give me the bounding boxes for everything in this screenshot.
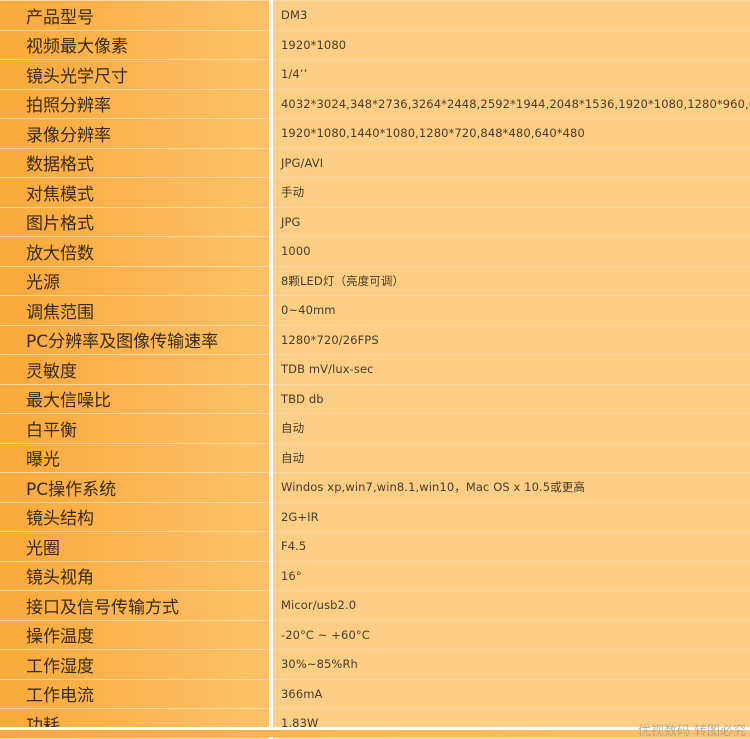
spec-value: JPG/AVI — [271, 148, 750, 178]
spec-row: 灵敏度 TDB mV/lux-sec — [0, 354, 750, 385]
spec-value: 16° — [271, 561, 750, 591]
spec-row: 视频最大像素 1920*1080 — [0, 30, 750, 60]
spec-value: 0~40mm — [271, 295, 750, 326]
spec-label: 数据格式 — [0, 148, 273, 178]
spec-label: 录像分辨率 — [0, 118, 273, 149]
spec-value: 1920*1080 — [271, 30, 750, 60]
spec-value: 30%~85%Rh — [271, 649, 750, 680]
spec-row: PC分辨率及图像传输速率 1280*720/26FPS — [0, 325, 750, 355]
spec-row: 最大信噪比 TBD db — [0, 384, 750, 414]
spec-value: 自动 — [271, 413, 750, 444]
spec-table-body: 产品型号 DM3 视频最大像素 1920*1080 镜头光学尺寸 1/4’’ 拍照分辨… — [0, 0, 750, 739]
spec-row: 光源 8颗LED灯（亮度可调） — [0, 266, 750, 296]
spec-label: 镜头光学尺寸 — [0, 59, 273, 90]
spec-label: 拍照分辨率 — [0, 89, 273, 119]
spec-label: PC操作系统 — [0, 472, 273, 503]
spec-label: 工作湿度 — [0, 649, 273, 680]
spec-value: 366mA — [271, 679, 750, 709]
spec-label: 接口及信号传输方式 — [0, 590, 273, 621]
spec-label: 最大信噪比 — [0, 384, 273, 414]
spec-row: 放大倍数 1000 — [0, 236, 750, 267]
spec-row: 操作温度 -20°C ~ +60°C — [0, 620, 750, 650]
spec-row: 拍照分辨率 4032*3024,348*2736,3264*2448,2592*1… — [0, 89, 750, 119]
spec-row: 对焦模式 手动 — [0, 177, 750, 208]
spec-label: 工作电流 — [0, 679, 273, 709]
spec-label: 对焦模式 — [0, 177, 273, 208]
spec-value: 1/4’’ — [271, 59, 750, 90]
spec-row: 录像分辨率 1920*1080,1440*1080,1280*720,848*48… — [0, 118, 750, 149]
spec-label: 镜头视角 — [0, 561, 273, 591]
spec-value: 8颗LED灯（亮度可调） — [271, 266, 750, 296]
spec-row: 数据格式 JPG/AVI — [0, 148, 750, 178]
spec-row: 工作电流 366mA — [0, 679, 750, 709]
spec-row: 接口及信号传输方式 Micor/usb2.0 — [0, 590, 750, 621]
spec-value: Windos xp,win7,win8.1,win10，Mac OS x 10.… — [271, 472, 750, 503]
spec-label: 放大倍数 — [0, 236, 273, 267]
spec-label: 白平衡 — [0, 413, 273, 444]
spec-label: 镜头结构 — [0, 502, 273, 532]
watermark: 优视数码 转图必究 — [637, 724, 746, 739]
spec-value: 手动 — [271, 177, 750, 208]
spec-row: 调焦范围 0~40mm — [0, 295, 750, 326]
spec-row: PC操作系统 Windos xp,win7,win8.1,win10，Mac OS… — [0, 472, 750, 503]
spec-row: 白平衡 自动 — [0, 413, 750, 444]
spec-value: TDB mV/lux-sec — [271, 354, 750, 385]
spec-label: 图片格式 — [0, 207, 273, 237]
spec-row: 曝光 自动 — [0, 443, 750, 473]
spec-label: 视频最大像素 — [0, 30, 273, 60]
spec-value: 4032*3024,348*2736,3264*2448,2592*1944,2… — [271, 89, 750, 119]
spec-value: JPG — [271, 207, 750, 237]
spec-row: 镜头视角 16° — [0, 561, 750, 591]
spec-row: 镜头结构 2G+IR — [0, 502, 750, 532]
spec-label: 产品型号 — [0, 0, 273, 31]
spec-label: 调焦范围 — [0, 295, 273, 326]
spec-value: 自动 — [271, 443, 750, 473]
spec-row: 产品型号 DM3 — [0, 0, 750, 31]
spec-row: 工作湿度 30%~85%Rh — [0, 649, 750, 680]
spec-label: 光圈 — [0, 531, 273, 562]
spec-table: 产品型号 DM3 视频最大像素 1920*1080 镜头光学尺寸 1/4’’ 拍照分辨… — [0, 0, 750, 739]
spec-row: 镜头光学尺寸 1/4’’ — [0, 59, 750, 90]
spec-row: 光圈 F4.5 — [0, 531, 750, 562]
spec-value: F4.5 — [271, 531, 750, 562]
spec-value: 1280*720/26FPS — [271, 325, 750, 355]
spec-value: 1000 — [271, 236, 750, 267]
spec-value: DM3 — [271, 0, 750, 31]
spec-label: PC分辨率及图像传输速率 — [0, 325, 273, 355]
spec-value: -20°C ~ +60°C — [271, 620, 750, 650]
spec-label: 灵敏度 — [0, 354, 273, 385]
spec-value: TBD db — [271, 384, 750, 414]
spec-row: 图片格式 JPG — [0, 207, 750, 237]
spec-value: Micor/usb2.0 — [271, 590, 750, 621]
spec-label: 光源 — [0, 266, 273, 296]
spec-value: 1920*1080,1440*1080,1280*720,848*480,640… — [271, 118, 750, 149]
spec-label: 曝光 — [0, 443, 273, 473]
spec-value: 2G+IR — [271, 502, 750, 532]
spec-label: 操作温度 — [0, 620, 273, 650]
